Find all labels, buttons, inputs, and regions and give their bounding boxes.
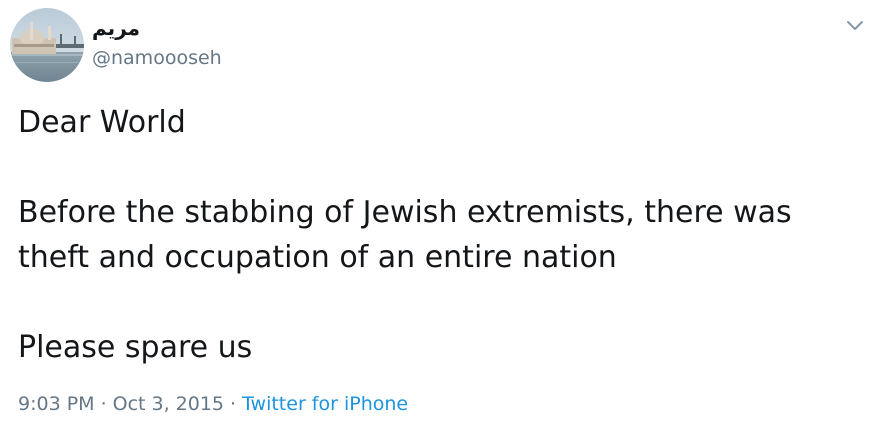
user-handle[interactable]: @namoooseh [92, 46, 222, 70]
tweet-text: Dear World Before the stabbing of Jewish… [18, 100, 858, 370]
tweet-line: Dear World [18, 105, 186, 140]
avatar-photo-icon [10, 8, 84, 82]
tweet-card: مريم @namoooseh Dear World Before the st… [0, 0, 874, 438]
tweet-line: Please spare us [18, 330, 253, 365]
tweet-line: theft and occupation of an entire nation [18, 240, 617, 275]
tweet-meta: 9:03 PM · Oct 3, 2015 · Twitter for iPhone [18, 392, 408, 416]
tweet-menu-button[interactable] [842, 12, 868, 38]
tweet-time[interactable]: 9:03 PM [18, 393, 95, 415]
user-display-name[interactable]: مريم [92, 16, 152, 40]
tweet-line-break [18, 280, 858, 325]
meta-separator: · [100, 393, 107, 415]
tweet-source-link[interactable]: Twitter for iPhone [242, 393, 408, 415]
tweet-line: Before the stabbing of Jewish extremists… [18, 195, 792, 230]
tweet-date[interactable]: Oct 3, 2015 [113, 393, 224, 415]
tweet-line-break [18, 145, 858, 190]
chevron-down-icon [847, 21, 863, 30]
avatar[interactable] [10, 8, 84, 82]
meta-separator: · [230, 393, 237, 415]
